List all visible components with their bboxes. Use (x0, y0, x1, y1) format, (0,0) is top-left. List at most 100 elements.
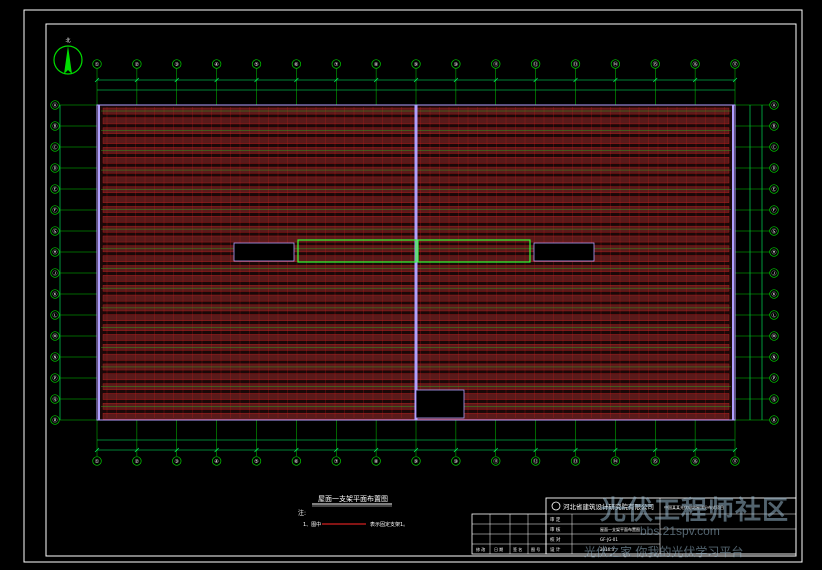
axis-bottom-5: ⑤ (251, 456, 262, 466)
svg-text:⑪: ⑪ (493, 458, 498, 465)
svg-text:Ⓡ: Ⓡ (52, 417, 57, 424)
svg-text:Ⓜ: Ⓜ (771, 333, 776, 340)
axis-bottom-1: ① (92, 456, 102, 466)
axis-left-4: Ⓓ (50, 163, 60, 173)
svg-text:Ⓓ: Ⓓ (52, 165, 57, 172)
north-label: 北 (65, 37, 70, 44)
axis-top-12: ⑫ (530, 59, 541, 69)
axis-right-2: Ⓑ (769, 121, 779, 131)
axis-left-7: Ⓖ (50, 226, 60, 236)
svg-text:⑩: ⑩ (454, 459, 459, 465)
svg-text:⑮: ⑮ (653, 458, 658, 465)
svg-text:③: ③ (175, 459, 179, 465)
svg-text:Ⓔ: Ⓔ (771, 186, 776, 193)
axis-right-14: Ⓟ (769, 373, 779, 383)
axis-top-1: ① (92, 59, 102, 69)
svg-text:①: ① (95, 62, 100, 68)
svg-text:Ⓙ: Ⓙ (771, 270, 776, 277)
svg-text:⑭: ⑭ (613, 61, 618, 68)
watermark-brand: 光伏工程师社区 (600, 495, 790, 525)
axis-top-14: ⑭ (610, 59, 621, 69)
svg-text:③: ③ (175, 62, 179, 68)
axis-top-17: ⑰ (730, 59, 740, 69)
axis-left-9: Ⓙ (50, 268, 60, 278)
svg-text:Ⓕ: Ⓕ (771, 207, 776, 214)
axis-top-4: ④ (211, 59, 222, 69)
svg-text:⑧: ⑧ (374, 62, 379, 68)
svg-text:⑤: ⑤ (254, 459, 258, 465)
watermark-url: bbs.21spv.com (640, 524, 720, 538)
tb-row-label-0: 审 定 (550, 516, 561, 523)
svg-text:Ⓚ: Ⓚ (771, 291, 776, 298)
north-arrow-icon: 北 (53, 37, 83, 75)
axis-right-12: Ⓜ (769, 331, 779, 341)
svg-text:Ⓗ: Ⓗ (771, 249, 776, 256)
axis-left-11: Ⓛ (50, 310, 60, 320)
svg-text:⑫: ⑫ (533, 458, 538, 465)
axis-right-15: Ⓠ (769, 394, 779, 404)
axis-left-10: Ⓚ (50, 289, 60, 299)
svg-text:②: ② (135, 62, 140, 68)
drawing-title-block: 屋面一支架平面布置图 注: 1、图中 表示固定支架1。 (298, 494, 408, 528)
axis-right-7: Ⓖ (769, 226, 779, 236)
svg-text:Ⓝ: Ⓝ (52, 354, 57, 361)
axis-top-3: ③ (172, 59, 182, 69)
tb-row-label-3: 设 计 (550, 546, 561, 553)
axis-left-12: Ⓜ (50, 331, 60, 341)
svg-text:Ⓓ: Ⓓ (771, 165, 776, 172)
svg-text:Ⓒ: Ⓒ (771, 144, 776, 151)
axis-left-5: Ⓔ (50, 184, 60, 194)
svg-text:⑦: ⑦ (334, 459, 339, 465)
svg-text:⑰: ⑰ (732, 458, 737, 465)
svg-text:Ⓑ: Ⓑ (771, 123, 776, 130)
svg-text:Ⓗ: Ⓗ (52, 249, 57, 256)
axis-right-13: Ⓝ (769, 352, 779, 362)
tb-drawing-no: GF-JG-01 (600, 537, 618, 542)
axis-right-9: Ⓙ (769, 268, 779, 278)
svg-text:Ⓠ: Ⓠ (771, 396, 776, 403)
axis-top-6: ⑥ (291, 59, 302, 69)
svg-text:Ⓛ: Ⓛ (52, 312, 57, 319)
svg-text:Ⓜ: Ⓜ (52, 333, 57, 340)
svg-text:Ⓛ: Ⓛ (771, 312, 776, 319)
axis-left-1: Ⓐ (50, 100, 60, 110)
axis-top-7: ⑦ (331, 59, 341, 69)
axis-bottom-13: ⑬ (570, 456, 581, 466)
axis-bottom-17: ⑰ (730, 456, 740, 466)
svg-text:Ⓑ: Ⓑ (52, 123, 57, 130)
axis-bottom-7: ⑦ (331, 456, 341, 466)
axis-bottom-10: ⑩ (451, 456, 461, 466)
axis-right-10: Ⓚ (769, 289, 779, 299)
svg-text:⑭: ⑭ (613, 458, 618, 465)
axis-left-2: Ⓑ (50, 121, 60, 131)
note-item-suffix: 表示固定支架1。 (370, 521, 408, 528)
tb-small-label-1: 日 期 (494, 546, 503, 552)
axis-bottom-11: ⑪ (491, 456, 501, 466)
svg-text:Ⓚ: Ⓚ (52, 291, 57, 298)
axis-top-10: ⑩ (451, 59, 461, 69)
axis-right-8: Ⓗ (769, 247, 779, 257)
axis-right-6: Ⓕ (769, 205, 779, 215)
axis-left-8: Ⓗ (50, 247, 60, 257)
axis-left-14: Ⓟ (50, 373, 60, 383)
axis-bottom-8: ⑧ (371, 456, 381, 466)
axis-top-9: ⑨ (411, 59, 421, 69)
svg-text:④: ④ (214, 62, 219, 68)
tb-row-label-1: 审 核 (550, 526, 561, 533)
tb-row-label-2: 校 对 (550, 536, 561, 543)
svg-text:Ⓐ: Ⓐ (771, 102, 776, 109)
svg-text:⑥: ⑥ (294, 459, 299, 465)
company-logo-icon (551, 501, 561, 511)
svg-text:⑨: ⑨ (414, 62, 418, 68)
svg-text:⑪: ⑪ (493, 61, 498, 68)
svg-text:⑯: ⑯ (693, 458, 698, 465)
axis-right-3: Ⓒ (769, 142, 779, 152)
svg-text:①: ① (95, 459, 100, 465)
axis-left-3: Ⓒ (50, 142, 60, 152)
svg-text:⑩: ⑩ (454, 62, 459, 68)
axis-top-13: ⑬ (570, 59, 581, 69)
cad-drawing-sheet: 北 ① ① ② ② ③ ③ ④ ④ ⑤ ⑤ ⑥ ⑥ ⑦ ⑦ ⑧ ⑧ ⑨ ⑨ ⑩ ⑩ ⑪ ⑪ ⑫ ⑫ ⑬ ⑬ ⑭ ⑭ ⑮ ⑮ ⑯ ⑯ ⑰ ⑰ Ⓐ Ⓐ Ⓑ Ⓑ… (0, 0, 822, 570)
tb-small-label-2: 签 名 (513, 546, 522, 552)
tb-small-label-0: 修 改 (476, 546, 485, 552)
svg-text:Ⓐ: Ⓐ (52, 102, 57, 109)
